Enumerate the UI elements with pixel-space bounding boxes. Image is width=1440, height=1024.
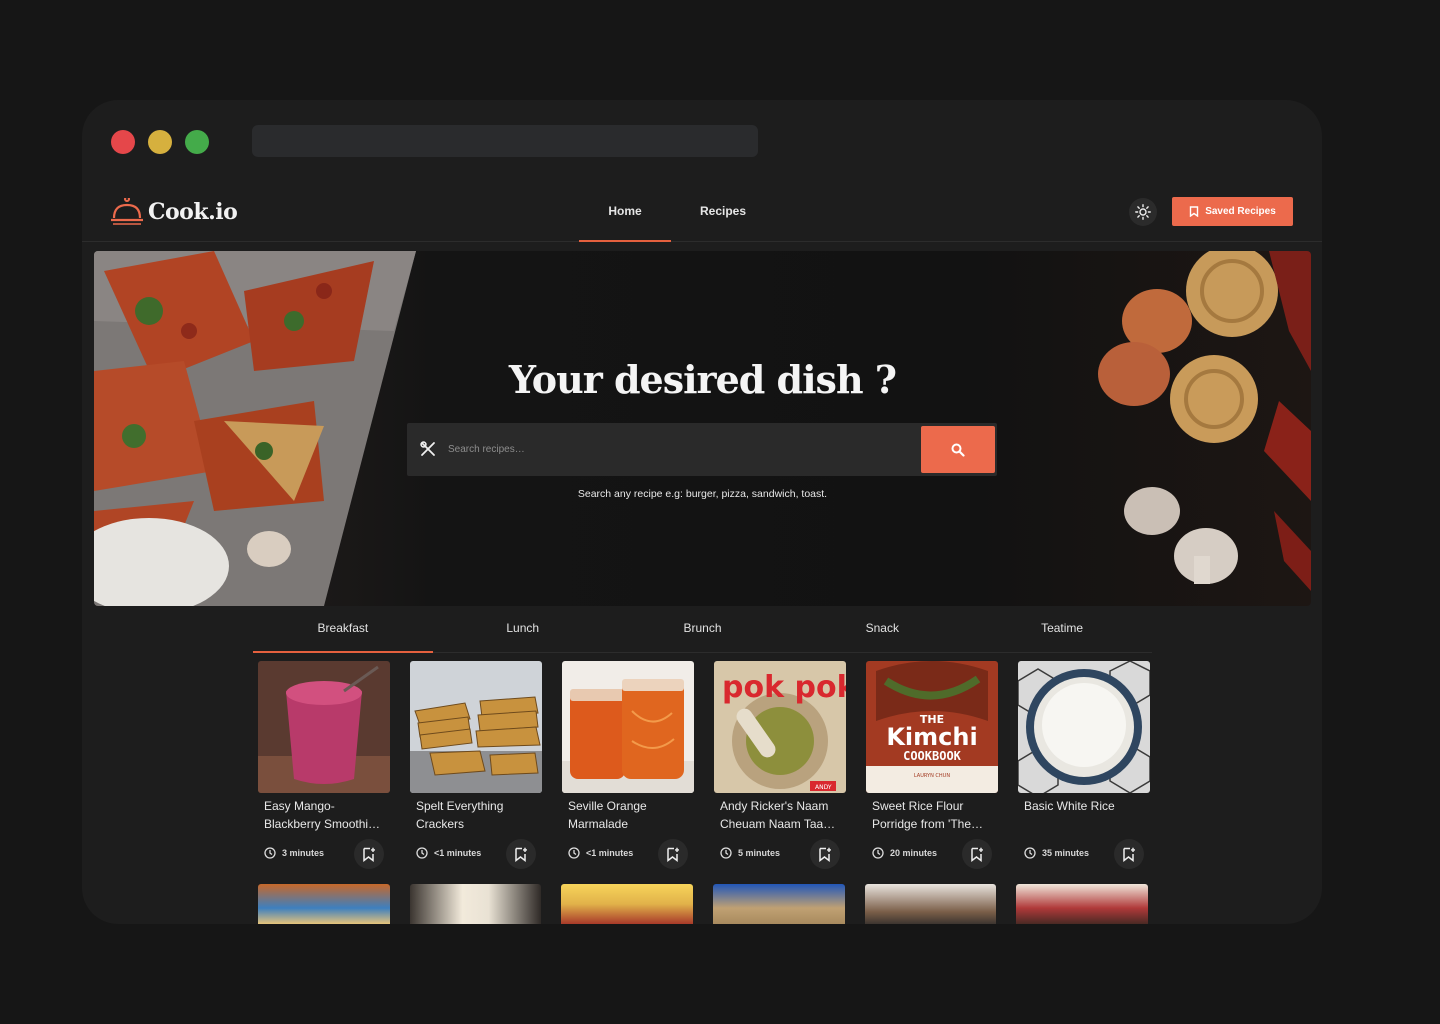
recipe-title: Easy Mango-Blackberry Smoothi…	[264, 799, 381, 831]
recipe-time: 3 minutes	[264, 847, 324, 859]
theme-toggle-button[interactable]	[1129, 198, 1157, 226]
search-button[interactable]	[921, 426, 995, 473]
recipe-image	[410, 661, 542, 793]
recipe-card[interactable]: Spelt Everything Crackers <1 minutes	[410, 661, 542, 874]
recipe-time-label: <1 minutes	[586, 848, 634, 858]
recipe-card[interactable]: Easy Mango-Blackberry Smoothi… 3 minutes	[258, 661, 390, 874]
browser-window: Cook.io Home Recipes Saved Recipes Your …	[82, 100, 1322, 924]
clock-icon	[568, 847, 580, 859]
recipe-time: <1 minutes	[568, 847, 633, 859]
saved-recipes-button[interactable]: Saved Recipes	[1172, 197, 1293, 226]
recipe-image-partial[interactable]	[1016, 884, 1149, 924]
recipe-image: pok pok ANDY	[714, 661, 846, 793]
save-recipe-button[interactable]	[810, 839, 840, 869]
tab-breakfast[interactable]: Breakfast	[253, 608, 433, 653]
clock-icon	[1024, 847, 1036, 859]
tab-teatime[interactable]: Teatime	[972, 608, 1152, 652]
recipe-title: Basic White Rice	[1024, 799, 1115, 813]
recipe-image-partial[interactable]	[561, 884, 694, 924]
save-recipe-button[interactable]	[354, 839, 384, 869]
recipe-title: Seville Orange Marmalade	[568, 799, 647, 831]
nav-home[interactable]: Home	[579, 180, 671, 242]
sun-icon	[1135, 204, 1151, 220]
search-icon	[951, 443, 965, 457]
search-hint: Search any recipe e.g: burger, pizza, sa…	[577, 488, 828, 500]
bookmark-add-icon	[515, 847, 527, 862]
save-recipe-button[interactable]	[1114, 839, 1144, 869]
close-window-dot[interactable]	[111, 130, 135, 154]
tab-snack[interactable]: Snack	[792, 608, 972, 652]
recipe-grid: Easy Mango-Blackberry Smoothi… 3 minutes	[258, 661, 1150, 874]
recipe-card[interactable]: Basic White Rice 35 minutes	[1018, 661, 1150, 874]
recipe-image-partial[interactable]	[258, 884, 390, 924]
save-recipe-button[interactable]	[506, 839, 536, 869]
bookmark-add-icon	[1123, 847, 1135, 862]
recipe-time-label: 5 minutes	[738, 848, 781, 858]
book-author: ANDY	[815, 784, 832, 791]
recipe-time: 35 minutes	[1024, 847, 1089, 859]
recipe-card[interactable]: pok pok ANDY Andy Ricker's Naam Cheuam N…	[714, 661, 846, 874]
clock-icon	[872, 847, 884, 859]
recipe-time: 5 minutes	[720, 847, 780, 859]
minimize-window-dot[interactable]	[148, 130, 172, 154]
recipe-time-label: 35 minutes	[1042, 848, 1090, 858]
book-subtitle: COOKBOOK	[903, 749, 962, 763]
recipe-card[interactable]: Seville Orange Marmalade <1 minutes	[562, 661, 694, 874]
logo[interactable]: Cook.io	[110, 198, 238, 226]
bookmark-add-icon	[819, 847, 831, 862]
recipe-image: THE Kimchi COOKBOOK LAURYN CHUN	[866, 661, 998, 793]
recipe-image	[1018, 661, 1150, 793]
site-header: Cook.io Home Recipes Saved Recipes	[82, 180, 1322, 242]
book-title: pok pok	[722, 670, 846, 705]
bookmark-add-icon	[363, 847, 375, 862]
book-title: Kimchi	[886, 723, 977, 751]
recipe-image	[258, 661, 390, 793]
bookmark-add-icon	[971, 847, 983, 862]
clock-icon	[720, 847, 732, 859]
recipe-image	[562, 661, 694, 793]
recipe-image-partial[interactable]	[409, 884, 542, 924]
search-input[interactable]	[445, 423, 915, 476]
maximize-window-dot[interactable]	[185, 130, 209, 154]
recipe-title: Spelt Everything Crackers	[416, 799, 504, 831]
recipe-time-label: <1 minutes	[434, 848, 482, 858]
recipe-time: <1 minutes	[416, 847, 481, 859]
hero-banner: Your desired dish ? Search any recipe e.…	[94, 251, 1311, 606]
hero-title: Your desired dish ?	[508, 357, 897, 402]
nav-recipes[interactable]: Recipes	[680, 180, 766, 242]
saved-recipes-label: Saved Recipes	[1205, 206, 1276, 217]
clock-icon	[264, 847, 276, 859]
bookmark-icon	[1189, 206, 1199, 217]
address-bar[interactable]	[252, 125, 758, 157]
search-box	[407, 423, 997, 476]
meal-tabs: Breakfast Lunch Brunch Snack Teatime	[253, 608, 1152, 653]
cloche-icon	[111, 198, 143, 225]
recipe-title: Sweet Rice Flour Porridge from 'The…	[872, 799, 983, 831]
logo-text: Cook.io	[148, 199, 238, 225]
bookmark-add-icon	[667, 847, 679, 862]
clock-icon	[416, 847, 428, 859]
recipe-time: 20 minutes	[872, 847, 937, 859]
save-recipe-button[interactable]	[658, 839, 688, 869]
tab-brunch[interactable]: Brunch	[613, 608, 793, 652]
save-recipe-button[interactable]	[962, 839, 992, 869]
book-author: LAURYN CHUN	[914, 773, 950, 779]
tab-lunch[interactable]: Lunch	[433, 608, 613, 652]
recipe-title: Andy Ricker's Naam Cheuam Naam Taa…	[720, 799, 836, 831]
recipe-time-label: 3 minutes	[282, 848, 325, 858]
recipe-time-label: 20 minutes	[890, 848, 938, 858]
recipe-card[interactable]: THE Kimchi COOKBOOK LAURYN CHUN Sweet Ri…	[866, 661, 998, 874]
recipe-image-partial[interactable]	[713, 884, 845, 924]
utensils-icon	[420, 441, 435, 456]
recipe-image-partial[interactable]	[864, 884, 997, 924]
recipe-grid-row-2	[258, 884, 1149, 924]
